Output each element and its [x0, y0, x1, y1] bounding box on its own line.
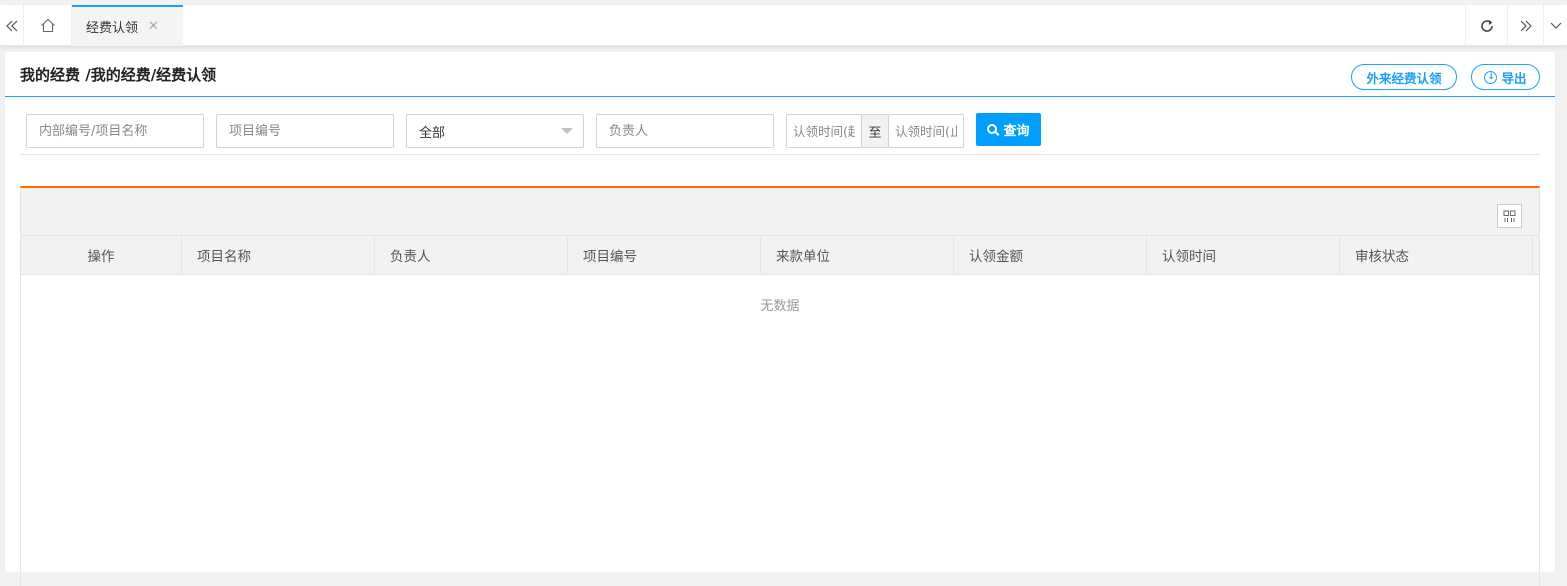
- column-header[interactable]: 认领金额: [954, 236, 1147, 274]
- tab-bar: 经费认领 ✕: [0, 5, 1567, 46]
- double-chevron-right-icon: [1520, 20, 1532, 31]
- refresh-button[interactable]: [1465, 5, 1507, 46]
- claim-start-date-input[interactable]: [786, 114, 862, 148]
- project-number-input[interactable]: [216, 114, 394, 148]
- column-filter-button[interactable]: [1497, 204, 1522, 228]
- internal-number-name-input[interactable]: [26, 114, 204, 148]
- tab-fund-claim[interactable]: 经费认领 ✕: [72, 5, 183, 46]
- export-button[interactable]: ↓ 导出: [1471, 64, 1540, 90]
- column-header[interactable]: 项目编号: [568, 236, 761, 274]
- search-bar: 全部 至 查询: [20, 112, 1540, 155]
- caret-down-icon: [561, 128, 573, 134]
- query-button[interactable]: 查询: [976, 113, 1041, 146]
- date-range-separator: 至: [862, 114, 888, 148]
- table-toolbar: [21, 188, 1539, 235]
- main-panel: 我的经费 /我的经费/经费认领 外来经费认领 ↓ 导出 全部 至 查询 操作: [5, 52, 1555, 586]
- status-select[interactable]: 全部: [406, 114, 584, 148]
- refresh-icon: [1480, 19, 1493, 32]
- column-header[interactable]: 审核状态: [1340, 236, 1533, 274]
- query-label: 查询: [1003, 124, 1030, 139]
- column-header[interactable]: 负责人: [375, 236, 568, 274]
- owner-input[interactable]: [596, 114, 774, 148]
- claim-end-date-input[interactable]: [888, 114, 964, 148]
- panel-header: 我的经费 /我的经费/经费认领 外来经费认领 ↓ 导出: [5, 52, 1555, 97]
- data-table: 操作 项目名称 负责人 项目编号 来款单位 认领金额 认领时间 审核状态 无数据: [20, 186, 1540, 586]
- table-header: 操作 项目名称 负责人 项目编号 来款单位 认领金额 认领时间 审核状态: [21, 235, 1539, 275]
- empty-state: 无数据: [760, 299, 800, 314]
- search-icon: [987, 123, 998, 134]
- column-header[interactable]: 操作: [21, 236, 182, 274]
- download-icon: ↓: [1484, 70, 1498, 84]
- column-header[interactable]: 认领时间: [1147, 236, 1340, 274]
- column-header[interactable]: 项目名称: [182, 236, 375, 274]
- column-header[interactable]: 来款单位: [761, 236, 954, 274]
- double-chevron-left-icon: [5, 20, 17, 31]
- home-icon: [40, 18, 55, 33]
- tab-options-button[interactable]: [1543, 5, 1567, 46]
- chevron-down-icon: [1550, 22, 1561, 29]
- home-button[interactable]: [24, 5, 72, 46]
- status-select-value: 全部: [419, 125, 446, 141]
- columns-icon: [1503, 210, 1516, 222]
- scroll-tabs-left-button[interactable]: [0, 5, 24, 46]
- close-icon[interactable]: ✕: [148, 19, 159, 34]
- external-fund-claim-button[interactable]: 外来经费认领: [1351, 64, 1457, 90]
- scroll-tabs-right-button[interactable]: [1507, 5, 1543, 46]
- export-label: 导出: [1501, 70, 1527, 86]
- tab-label: 经费认领: [86, 21, 139, 36]
- breadcrumb: 我的经费 /我的经费/经费认领: [20, 66, 217, 84]
